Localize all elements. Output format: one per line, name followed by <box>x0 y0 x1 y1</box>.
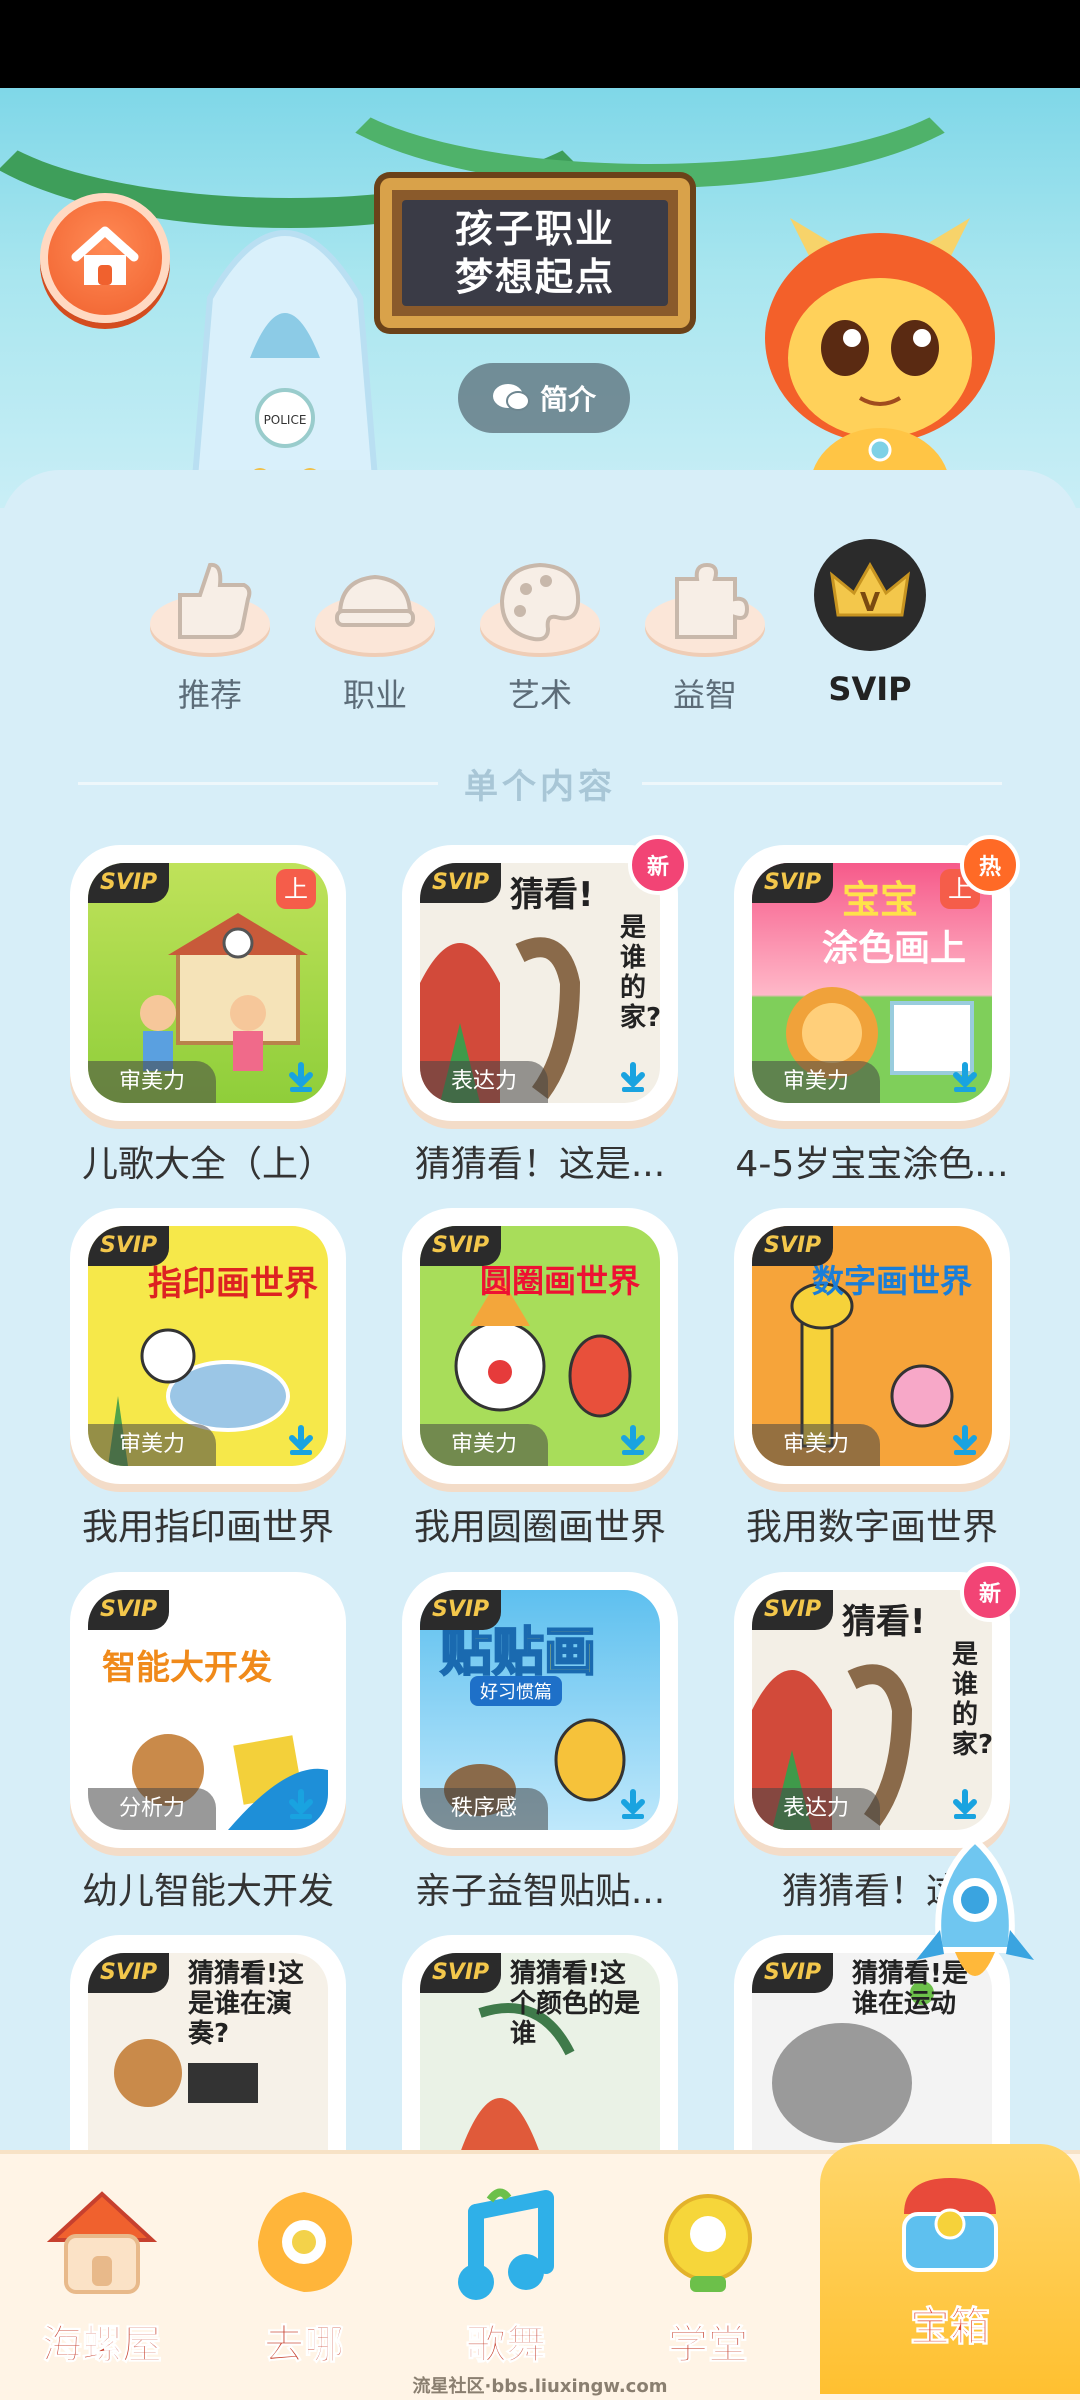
svg-text:POLICE: POLICE <box>264 413 307 427</box>
nav-label: 宝箱 <box>910 2304 991 2351</box>
cap-icon <box>335 574 415 627</box>
police-tower-illustration: POLICE <box>189 230 381 508</box>
nav-treasure-box[interactable]: 宝箱 <box>820 2144 1080 2394</box>
status-bar <box>0 0 1080 88</box>
card-title: 儿歌大全（上） <box>81 1144 334 1185</box>
section-title-text: 单个内容 <box>464 766 616 807</box>
download-icon[interactable] <box>284 1424 318 1458</box>
cover-title: 猜看! <box>510 875 594 915</box>
nav-conch-house[interactable]: 海螺屋 <box>2 2172 202 2392</box>
skill-tag: 审美力 <box>420 1424 548 1466</box>
section-title: 单个内容 <box>0 758 1080 808</box>
new-badge: 新 <box>628 835 688 895</box>
nav-label: 学堂 <box>668 2322 749 2369</box>
cover-subtitle: 是谁的家? <box>952 1640 992 1760</box>
download-icon[interactable] <box>616 1424 650 1458</box>
nav-song-dance[interactable]: 歌舞 <box>406 2172 606 2392</box>
nav-where[interactable]: 去哪 <box>204 2172 404 2392</box>
skill-tag: 表达力 <box>752 1788 880 1830</box>
cover-title: 指印画世界 <box>148 1264 318 1304</box>
svip-label: SVIP <box>420 863 502 903</box>
svip-label: SVIP <box>420 1590 502 1630</box>
category-label: 推荐 <box>177 676 242 714</box>
crown-icon: V <box>814 539 926 651</box>
download-icon[interactable] <box>948 1788 982 1822</box>
house-icon <box>46 2191 158 2294</box>
lightbulb-icon <box>664 2194 752 2292</box>
header-scene: POLICE 孩子职业 梦想起点 简介 <box>0 88 1080 508</box>
card-title: 我用指印画世界 <box>81 1507 334 1548</box>
cover-subtitle: 是谁的家? <box>620 913 660 1033</box>
svip-label: SVIP <box>88 1953 170 1993</box>
compass-icon <box>258 2192 353 2292</box>
skill-tag: 审美力 <box>88 1424 216 1466</box>
svip-label: SVIP <box>752 863 834 903</box>
skill-tag: 审美力 <box>752 1424 880 1466</box>
download-icon[interactable] <box>948 1061 982 1095</box>
nav-label: 去哪 <box>264 2322 345 2369</box>
sign-line-2: 梦想起点 <box>454 255 615 299</box>
sign-line-1: 孩子职业 <box>454 207 615 251</box>
svip-label: SVIP <box>420 1953 502 1993</box>
cover-title: 宝宝 <box>842 878 919 922</box>
download-icon[interactable] <box>948 1424 982 1458</box>
category-label: 益智 <box>672 676 737 714</box>
category-label: 艺术 <box>507 676 572 714</box>
rocket-float-button[interactable] <box>910 1830 1040 2000</box>
category-label: 职业 <box>342 676 407 714</box>
download-icon[interactable] <box>616 1788 650 1822</box>
cover-title: 猜猜看!这是谁在演奏? <box>188 1959 304 2049</box>
hot-badge: 热 <box>960 835 1020 895</box>
home-icon <box>71 226 139 285</box>
svip-label: SVIP <box>88 1590 170 1630</box>
cover-subtitle: 好习惯篇 <box>470 1676 562 1706</box>
intro-label: 简介 <box>539 383 596 416</box>
category-label: SVIP <box>828 670 912 708</box>
cover-title: 智能大开发 <box>102 1648 272 1688</box>
svg-text:V: V <box>860 588 880 618</box>
cover-title: 圆圈画世界 <box>480 1262 641 1300</box>
svip-label: SVIP <box>88 1226 170 1266</box>
volume-badge: 上 <box>276 869 316 909</box>
dragon-mascot <box>765 218 995 508</box>
new-badge: 新 <box>960 1562 1020 1622</box>
cover-title: 猜猜看!这个颜色的是谁 <box>510 1959 641 2049</box>
download-icon[interactable] <box>284 1788 318 1822</box>
palette-icon <box>499 562 581 642</box>
music-note-icon <box>458 2188 554 2300</box>
download-icon[interactable] <box>616 1061 650 1095</box>
skill-tag: 分析力 <box>88 1788 216 1830</box>
card-title: 猜猜看！这是... <box>414 1144 666 1185</box>
card-title: 我用圆圈画世界 <box>413 1507 666 1548</box>
svip-label: SVIP <box>88 863 170 903</box>
watermark: 流星社区·bbs.liuxingw.com <box>412 2376 668 2397</box>
svip-label: SVIP <box>752 1953 834 1993</box>
puzzle-icon <box>675 562 750 639</box>
intro-button[interactable]: 简介 <box>458 363 630 433</box>
svip-label: SVIP <box>752 1226 834 1266</box>
thumbs-up-icon <box>178 562 252 639</box>
svip-label: SVIP <box>752 1590 834 1630</box>
bottom-navigation: 海螺屋 去哪 歌舞 学堂 宝箱 <box>0 2144 1080 2400</box>
cover-title: 猜看! <box>842 1602 926 1642</box>
skill-tag: 表达力 <box>420 1061 548 1103</box>
cover-subtitle: 涂色画上 <box>822 928 967 969</box>
nav-label: 海螺屋 <box>42 2322 163 2369</box>
download-icon[interactable] <box>284 1061 318 1095</box>
cover-title: 数字画世界 <box>812 1262 973 1300</box>
card-title: 4-5岁宝宝涂色... <box>735 1144 1009 1185</box>
svip-label: SVIP <box>420 1226 502 1266</box>
skill-tag: 审美力 <box>88 1061 216 1103</box>
nav-label: 歌舞 <box>466 2322 547 2369</box>
skill-tag: 审美力 <box>752 1061 880 1103</box>
card-title: 幼儿智能大开发 <box>81 1871 334 1912</box>
card-title: 我用数字画世界 <box>745 1507 998 1548</box>
chat-bubble-icon <box>492 384 530 411</box>
skill-tag: 秩序感 <box>420 1788 548 1830</box>
card-title: 亲子益智贴贴... <box>414 1871 666 1912</box>
title-signboard: 孩子职业 梦想起点 <box>380 178 690 328</box>
treasure-chest-icon <box>902 2178 998 2272</box>
nav-school[interactable]: 学堂 <box>608 2172 808 2392</box>
home-button[interactable] <box>40 193 170 323</box>
